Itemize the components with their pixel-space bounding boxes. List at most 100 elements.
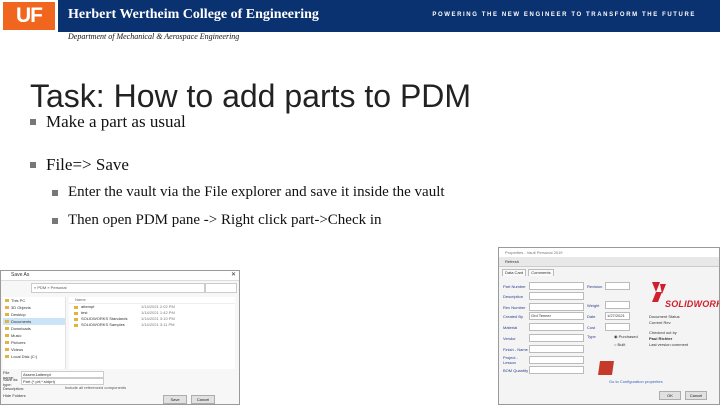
field-created-by: Created By Grd Tenner [503, 312, 584, 320]
field-bom-quantity: BOM Quantity [503, 366, 584, 374]
navigation-pane: This PC 3D Objects Desktop Documents Dow… [3, 297, 66, 369]
description-label: Description: [3, 386, 25, 391]
college-name: Herbert Wertheim College of Engineering [68, 7, 319, 22]
nav-item[interactable]: Music [3, 332, 65, 339]
radio-purchased[interactable]: ◉ Purchased [614, 334, 638, 339]
save-button[interactable]: Save [163, 395, 187, 404]
field-label: Date [587, 313, 596, 319]
tab-comments[interactable]: Comments [528, 269, 554, 276]
field-material: Material [503, 323, 584, 331]
properties-toolbar: Refresh [499, 257, 719, 267]
properties-tabs: Data Card Comments [499, 269, 719, 276]
field-input[interactable] [529, 292, 584, 300]
field-label: BOM Quantity [503, 367, 529, 373]
field-description: Description [503, 292, 584, 300]
nav-item[interactable]: 3D Objects [3, 304, 65, 311]
file-name: attempt [81, 304, 95, 309]
file-name-input[interactable]: Assem1attempt [21, 371, 104, 378]
field-rev-number: Rev Number [503, 303, 584, 311]
field-label: Material [503, 324, 518, 330]
field-input[interactable] [529, 334, 584, 342]
field-part-number: Part Number [503, 282, 584, 290]
field-label: Project - Lesson [503, 355, 518, 365]
field-vendor: Vendor [503, 334, 584, 342]
field-input[interactable] [529, 282, 584, 290]
close-icon[interactable]: ✕ [231, 271, 236, 278]
search-input[interactable] [205, 283, 237, 293]
radio-built[interactable]: ○ Built [614, 342, 625, 347]
nav-item[interactable]: This PC [3, 297, 65, 304]
dialog-title-text: Save As [11, 272, 30, 278]
bullet-square-icon [30, 119, 36, 125]
field-input[interactable] [605, 282, 630, 290]
bullet-item: Make a part as usual [30, 112, 186, 132]
file-name: SOLIDWORKS Standards [81, 316, 128, 321]
bullet-square-icon [30, 162, 36, 168]
configuration-properties-link[interactable]: Go to Configuration properties [609, 379, 663, 384]
save-type-label: Save as type: [3, 376, 18, 387]
file-name-row: File name: Assem1attempt [3, 370, 237, 380]
hide-folders-toggle[interactable]: Hide Folders [3, 393, 26, 398]
part-thumbnail-icon [598, 361, 614, 375]
field-input[interactable] [605, 323, 630, 331]
field-input[interactable] [529, 345, 584, 353]
current-rev-label: Current Rev [649, 320, 671, 325]
dialog-title: Save As ✕ [1, 271, 239, 281]
tab-data-card[interactable]: Data Card [502, 269, 527, 276]
field-label: Finish - Name [503, 346, 528, 352]
field-input[interactable]: Grd Tenner [529, 312, 584, 320]
field-label: Rev Number [503, 304, 526, 310]
bullet-square-icon [52, 217, 58, 224]
cancel-button[interactable]: Cancel [685, 391, 707, 400]
field-cost: Cost [587, 323, 630, 331]
address-bar[interactable]: « PDM » Personal [31, 283, 205, 293]
checked-out-by-value: Paul Richter [649, 336, 673, 341]
nav-item[interactable]: Local Disk (C:) [3, 353, 65, 360]
save-type-row: Save as type: Part (*.prt;*.sldprt) [3, 376, 237, 387]
field-label: Vendor [503, 335, 516, 341]
field-label: Revision [587, 283, 603, 289]
nav-item-selected[interactable]: Documents [3, 318, 65, 325]
field-input[interactable] [529, 356, 584, 364]
field-input[interactable] [529, 366, 584, 374]
field-input[interactable]: 1/27/2021 [605, 312, 630, 320]
bullet-text: Then open PDM pane -> Right click part->… [68, 212, 382, 228]
nav-item[interactable]: Videos [3, 346, 65, 353]
field-type: Type [587, 334, 605, 339]
file-name: test [81, 310, 88, 315]
nav-item[interactable]: Pictures [3, 339, 65, 346]
slide-title: Task: How to add parts to PDM [30, 78, 472, 114]
sub-bullet-item: Then open PDM pane -> Right click part->… [52, 212, 382, 229]
field-project: Project - Lesson [503, 355, 584, 365]
field-label: Created By [503, 313, 524, 319]
field-finish: Finish - Name [503, 345, 584, 353]
document-status-label: Document Status [649, 314, 680, 319]
ok-button[interactable]: OK [659, 391, 681, 400]
solidworks-brand: SOLIDWORKS [665, 299, 719, 309]
field-input[interactable] [529, 323, 584, 331]
properties-title: Properties - Vault Personal 2019 [499, 248, 719, 257]
last-comment-label: Last version comment [649, 342, 689, 347]
save-dialog-screenshot: Save As ✕ « PDM » Personal This PC 3D Ob… [0, 270, 240, 405]
nav-item[interactable]: Downloads [3, 325, 65, 332]
field-label: Type [587, 334, 596, 339]
refresh-button[interactable]: Refresh [505, 259, 519, 264]
field-weight: Weight [587, 301, 630, 309]
cancel-button[interactable]: Cancel [191, 395, 215, 404]
field-label: Description [503, 293, 524, 299]
radio-label: Purchased [618, 334, 638, 339]
file-row[interactable]: SOLIDWORKS Samples 1/14/2021 3:11 PM [69, 322, 235, 328]
save-type-select[interactable]: Part (*.prt;*.sldprt) [21, 378, 104, 385]
field-input[interactable] [529, 303, 584, 311]
column-header-name[interactable]: Name [69, 297, 235, 304]
field-label: Weight [587, 302, 600, 308]
field-input[interactable] [605, 301, 630, 309]
file-name: SOLIDWORKS Samples [81, 322, 125, 327]
tagline: POWERING THE NEW ENGINEER TO TRANSFORM T… [432, 12, 696, 18]
radio-label: Built [617, 342, 626, 347]
department-name: Department of Mechanical & Aerospace Eng… [68, 32, 240, 41]
uf-logo-mark: UF [3, 2, 55, 30]
nav-item[interactable]: Desktop [3, 311, 65, 318]
bullet-text: Enter the vault via the File explorer an… [68, 184, 445, 200]
checked-out-by-label: Checked out by [649, 330, 677, 335]
